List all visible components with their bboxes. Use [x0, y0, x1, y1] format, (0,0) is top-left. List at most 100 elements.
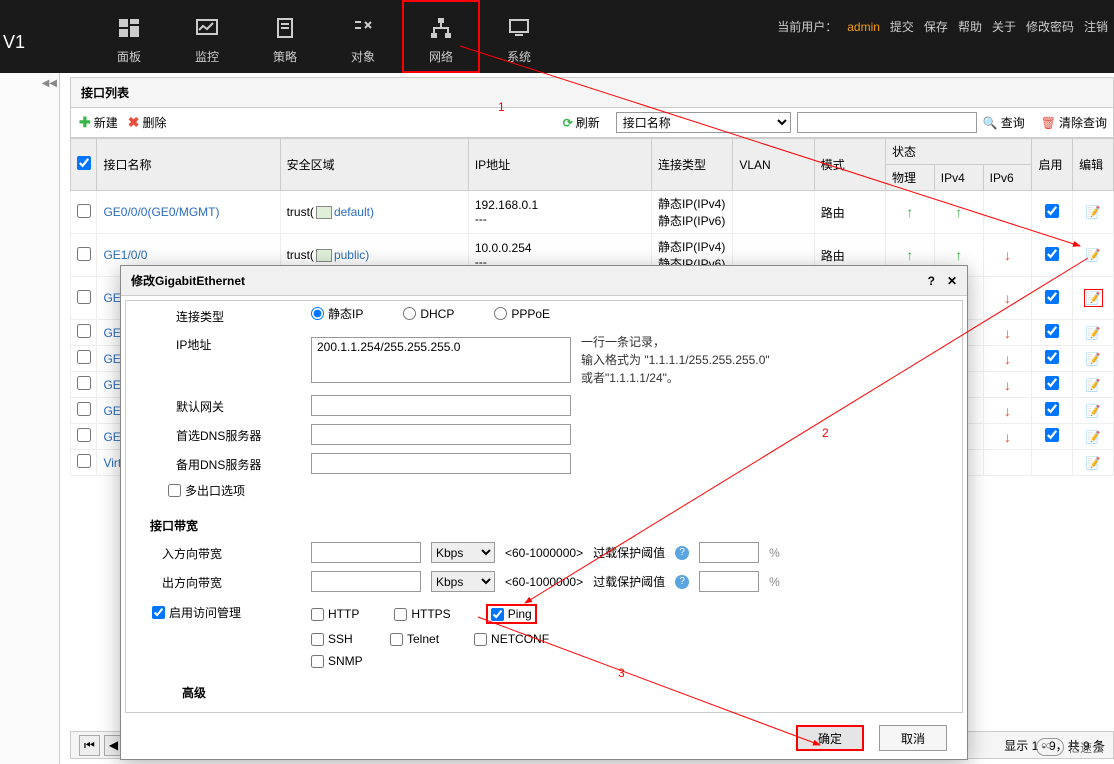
row-checkbox[interactable]: [71, 277, 97, 320]
cell-edit[interactable]: 📝: [1073, 320, 1114, 346]
overload-out-input[interactable]: [699, 571, 759, 592]
about-link[interactable]: 关于: [992, 18, 1016, 35]
row-checkbox[interactable]: [71, 346, 97, 372]
row-checkbox[interactable]: [71, 320, 97, 346]
submit-link[interactable]: 提交: [890, 18, 914, 35]
cell-enable[interactable]: [1032, 277, 1073, 320]
nav-network[interactable]: 网络: [402, 0, 480, 73]
nav-object[interactable]: 对象: [324, 0, 402, 73]
save-link[interactable]: 保存: [924, 18, 948, 35]
th-ipv4[interactable]: IPv4: [934, 165, 983, 191]
https-checkbox[interactable]: HTTPS: [394, 604, 450, 624]
ok-button[interactable]: 确定: [796, 725, 864, 751]
ping-checkbox[interactable]: Ping: [491, 607, 532, 621]
radio-static-ip[interactable]: 静态IP: [311, 305, 363, 322]
telnet-checkbox[interactable]: Telnet: [390, 632, 439, 646]
th-ip[interactable]: IP地址: [468, 139, 651, 191]
filter-field-dropdown[interactable]: 接口名称: [616, 112, 791, 133]
edit-icon[interactable]: 📝: [1086, 378, 1101, 392]
bw-out-input[interactable]: [311, 571, 421, 592]
gateway-input[interactable]: [311, 395, 571, 416]
row-checkbox[interactable]: [71, 398, 97, 424]
cell-zone[interactable]: trust(default): [280, 191, 468, 234]
cell-edit[interactable]: 📝: [1073, 346, 1114, 372]
help-icon[interactable]: ?: [675, 546, 689, 560]
search-button[interactable]: 🔍 查询: [983, 114, 1025, 131]
cell-enable[interactable]: [1032, 372, 1073, 398]
search-input[interactable]: [797, 112, 977, 133]
refresh-button[interactable]: ⟳ 刷新: [563, 114, 600, 131]
edit-icon[interactable]: 📝: [1086, 430, 1101, 444]
row-checkbox[interactable]: [71, 234, 97, 277]
clear-search-button[interactable]: 🗑 清除查询: [1041, 114, 1107, 131]
row-checkbox[interactable]: [71, 450, 97, 476]
th-ipv6[interactable]: IPv6: [983, 165, 1032, 191]
row-checkbox[interactable]: [71, 424, 97, 450]
radio-dhcp[interactable]: DHCP: [403, 307, 454, 321]
th-phys[interactable]: 物理: [885, 165, 934, 191]
row-checkbox[interactable]: [71, 372, 97, 398]
cell-edit[interactable]: 📝: [1073, 450, 1114, 476]
ssh-checkbox[interactable]: SSH: [311, 632, 355, 646]
multi-egress-checkbox[interactable]: 多出口选项: [168, 482, 245, 499]
cell-interface-name[interactable]: GE0/0/0(GE0/MGMT): [97, 191, 280, 234]
edit-icon[interactable]: 📝: [1086, 326, 1101, 340]
th-mode[interactable]: 模式: [814, 139, 885, 191]
radio-pppoe[interactable]: PPPoE: [494, 307, 550, 321]
cell-enable[interactable]: [1032, 398, 1073, 424]
change-password-link[interactable]: 修改密码: [1026, 18, 1074, 35]
bw-out-unit[interactable]: Kbps: [431, 571, 495, 592]
edit-icon[interactable]: 📝: [1086, 404, 1101, 418]
edit-icon[interactable]: 📝: [1086, 205, 1101, 219]
access-mgmt-checkbox[interactable]: 启用访问管理: [152, 604, 311, 621]
cell-enable[interactable]: [1032, 191, 1073, 234]
edit-icon[interactable]: 📝: [1084, 289, 1103, 307]
edit-icon[interactable]: 📝: [1086, 352, 1101, 366]
cell-enable[interactable]: [1032, 320, 1073, 346]
dialog-help-icon[interactable]: ?: [928, 274, 935, 288]
magnifier-icon: 🔍: [983, 116, 998, 130]
nav-monitor[interactable]: 监控: [168, 0, 246, 73]
cell-enable[interactable]: [1032, 424, 1073, 450]
new-button[interactable]: ✚ 新建: [79, 114, 118, 131]
cancel-button[interactable]: 取消: [879, 725, 947, 751]
edit-icon[interactable]: 📝: [1086, 456, 1101, 470]
help-icon[interactable]: ?: [675, 575, 689, 589]
cell-enable[interactable]: [1032, 234, 1073, 277]
th-enable[interactable]: 启用: [1032, 139, 1073, 191]
snmp-checkbox[interactable]: SNMP: [311, 654, 363, 668]
sidebar-collapse-arrow-icon[interactable]: ◀◀: [42, 78, 57, 89]
cell-edit[interactable]: 📝: [1073, 234, 1114, 277]
logout-link[interactable]: 注销: [1084, 18, 1108, 35]
overload-in-input[interactable]: [699, 542, 759, 563]
http-checkbox[interactable]: HTTP: [311, 604, 359, 624]
cell-enable[interactable]: [1032, 450, 1073, 476]
nav-policy[interactable]: 策略: [246, 0, 324, 73]
th-vlan[interactable]: VLAN: [733, 139, 814, 191]
th-conn[interactable]: 连接类型: [651, 139, 732, 191]
pager-first-icon[interactable]: ⏮: [79, 735, 100, 756]
help-link[interactable]: 帮助: [958, 18, 982, 35]
advanced-section-label[interactable]: 高级: [146, 684, 942, 701]
th-checkbox[interactable]: [71, 139, 97, 191]
cell-enable[interactable]: [1032, 346, 1073, 372]
edit-icon[interactable]: 📝: [1086, 248, 1101, 262]
bw-in-input[interactable]: [311, 542, 421, 563]
netconf-checkbox[interactable]: NETCONF: [474, 632, 549, 646]
bw-in-unit[interactable]: Kbps: [431, 542, 495, 563]
th-name[interactable]: 接口名称: [97, 139, 280, 191]
nav-dashboard[interactable]: 面板: [90, 0, 168, 73]
cell-edit[interactable]: 📝: [1073, 398, 1114, 424]
th-zone[interactable]: 安全区域: [280, 139, 468, 191]
cell-edit[interactable]: 📝: [1073, 191, 1114, 234]
nav-system[interactable]: 系统: [480, 0, 558, 73]
cell-edit[interactable]: 📝: [1073, 277, 1114, 320]
dns1-input[interactable]: [311, 424, 571, 445]
row-checkbox[interactable]: [71, 191, 97, 234]
dialog-close-icon[interactable]: ✕: [947, 274, 957, 288]
ip-address-textarea[interactable]: [311, 337, 571, 383]
dns2-input[interactable]: [311, 453, 571, 474]
cell-edit[interactable]: 📝: [1073, 372, 1114, 398]
cell-edit[interactable]: 📝: [1073, 424, 1114, 450]
delete-button[interactable]: ✖ 删除: [128, 114, 167, 131]
